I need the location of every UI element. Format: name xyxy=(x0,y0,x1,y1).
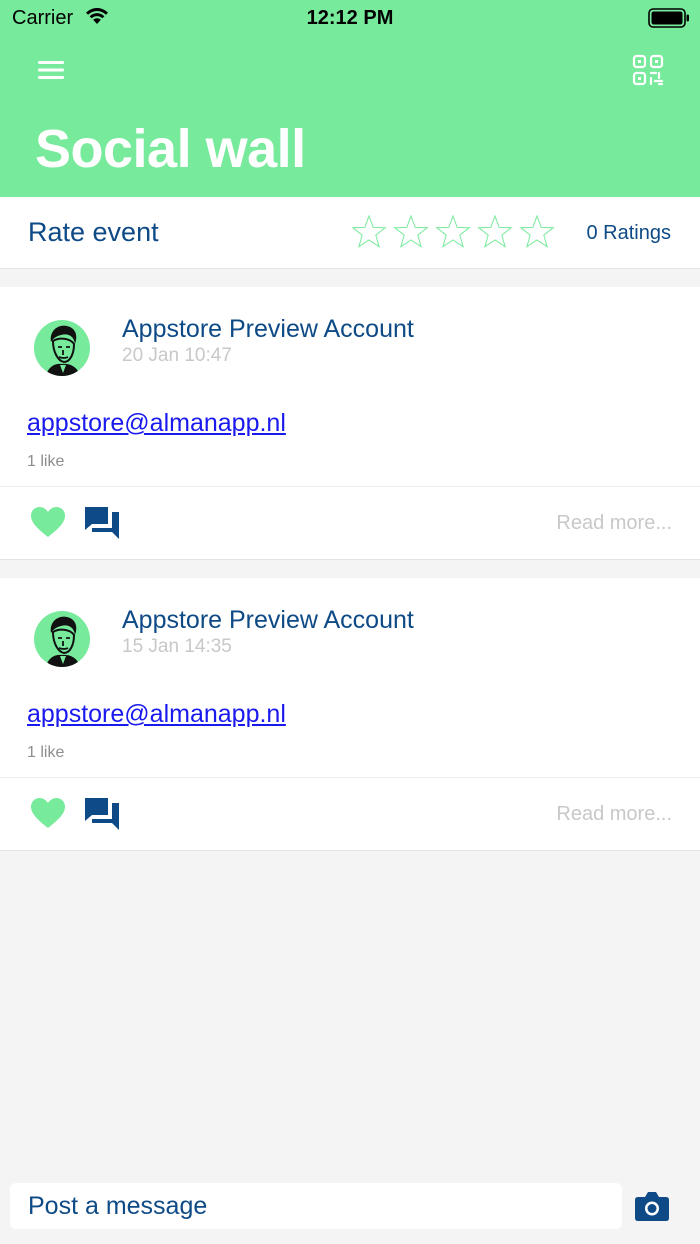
like-count: 1 like xyxy=(27,453,65,470)
post-author[interactable]: Appstore Preview Account xyxy=(122,315,414,344)
post-email-link[interactable]: appstore@almanapp.nl xyxy=(27,700,286,729)
post-author[interactable]: Appstore Preview Account xyxy=(122,606,414,635)
status-bar: Carrier 12:12 PM xyxy=(0,0,700,36)
status-time: 12:12 PM xyxy=(306,7,394,29)
page-title: Social wall xyxy=(35,119,306,179)
post-actions: Read more... xyxy=(0,777,700,851)
post-timestamp: 15 Jan 14:35 xyxy=(122,636,232,657)
app-header: Carrier 12:12 PM Social wall xyxy=(0,0,700,197)
heart-icon[interactable] xyxy=(29,505,67,539)
star-icon-5[interactable] xyxy=(519,214,555,250)
rate-event-label: Rate event xyxy=(28,217,159,247)
post-actions: Read more... xyxy=(0,486,700,560)
rate-event-bar: Rate event 0 Ratings xyxy=(0,197,700,269)
hamburger-menu-icon[interactable] xyxy=(37,58,65,82)
post-email-link[interactable]: appstore@almanapp.nl xyxy=(27,409,286,438)
like-count: 1 like xyxy=(27,744,65,761)
read-more-link[interactable]: Read more... xyxy=(556,512,672,535)
post-timestamp: 20 Jan 10:47 xyxy=(122,345,232,366)
comment-icon[interactable] xyxy=(83,504,121,542)
qr-code-icon[interactable] xyxy=(632,54,664,86)
post-message-input[interactable] xyxy=(10,1183,622,1229)
post-card: Appstore Preview Account 15 Jan 14:35 ap… xyxy=(0,578,700,851)
camera-icon[interactable] xyxy=(634,1190,670,1222)
star-icon-3[interactable] xyxy=(435,214,471,250)
person-portrait-icon xyxy=(46,616,80,667)
avatar[interactable] xyxy=(34,320,90,376)
ratings-count: 0 Ratings xyxy=(586,222,672,244)
avatar[interactable] xyxy=(34,611,90,667)
comment-icon[interactable] xyxy=(83,795,121,833)
star-icon-1[interactable] xyxy=(351,214,387,250)
heart-icon[interactable] xyxy=(29,796,67,830)
read-more-link[interactable]: Read more... xyxy=(556,803,672,826)
message-composer xyxy=(10,1183,622,1229)
star-icon-4[interactable] xyxy=(477,214,513,250)
star-rating[interactable] xyxy=(351,214,555,250)
post-card: Appstore Preview Account 20 Jan 10:47 ap… xyxy=(0,287,700,560)
battery-icon xyxy=(648,8,689,28)
person-portrait-icon xyxy=(46,325,80,376)
star-icon-2[interactable] xyxy=(393,214,429,250)
